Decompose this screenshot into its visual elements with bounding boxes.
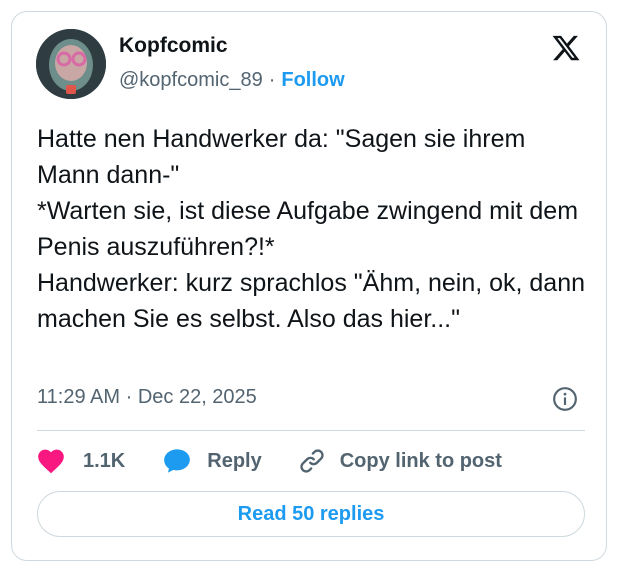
action-bar: 1.1K Reply Copy link to post [37, 446, 502, 476]
reply-label: Reply [207, 449, 262, 472]
follow-link[interactable]: Follow [281, 69, 344, 91]
tweet-time: 11:29 AM [37, 386, 121, 408]
tweet-date: Dec 22, 2025 [137, 386, 257, 408]
reply-button[interactable]: Reply [163, 448, 262, 474]
link-icon [300, 449, 324, 473]
x-logo-icon[interactable] [551, 33, 581, 63]
avatar[interactable] [36, 29, 106, 99]
heart-icon [38, 449, 64, 474]
tweet-text: Hatte nen Handwerker da: "Sagen sie ihre… [37, 125, 586, 333]
author-handle[interactable]: @kopfcomic_89 [119, 69, 263, 91]
separator-dot: · [125, 386, 133, 408]
handle-row: @kopfcomic_89 · Follow [119, 69, 345, 92]
author-name[interactable]: Kopfcomic [119, 34, 228, 58]
tweet-card: Kopfcomic @kopfcomic_89 · Follow Hatte nen… [11, 11, 607, 561]
reply-bubble-icon [164, 449, 191, 473]
read-replies-button[interactable]: Read 50 replies [37, 491, 585, 537]
separator-dot: · [268, 69, 276, 91]
divider [37, 430, 585, 431]
copy-link-label: Copy link to post [339, 449, 502, 472]
avatar-image [36, 29, 106, 99]
copy-link-button[interactable]: Copy link to post [298, 447, 502, 475]
like-button[interactable]: 1.1K [37, 448, 125, 474]
like-count: 1.1K [83, 449, 126, 472]
info-icon[interactable] [552, 386, 578, 412]
tweet-timestamp[interactable]: 11:29 AM · Dec 22, 2025 [37, 386, 257, 409]
